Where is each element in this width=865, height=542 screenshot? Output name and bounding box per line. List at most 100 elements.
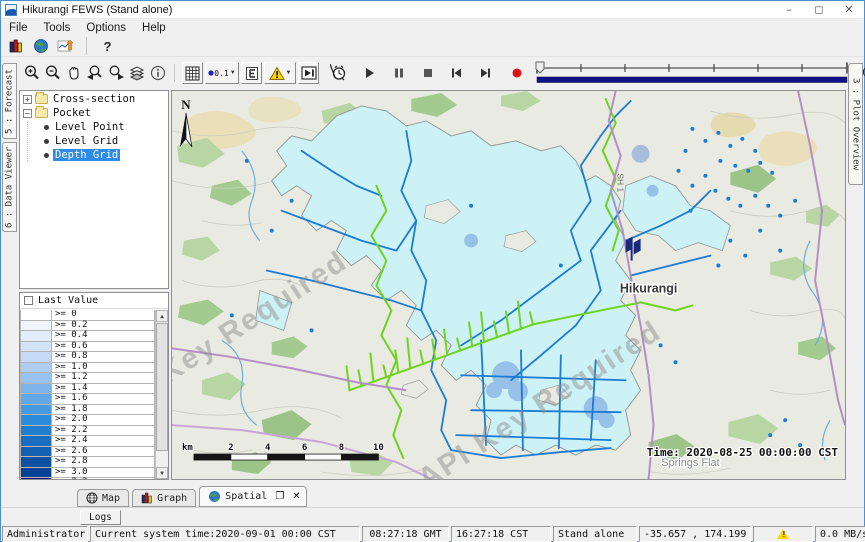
layers-tree: + Cross-section − Pocket Level Point Lev… bbox=[19, 90, 169, 289]
legend-row[interactable]: >= 0 bbox=[20, 310, 155, 321]
label-e-icon bbox=[245, 66, 259, 81]
tree-item-level-grid[interactable]: Level Grid bbox=[20, 135, 168, 147]
status-coordinates: -35.657 , 174.199 bbox=[639, 526, 751, 542]
grid-toggle-button[interactable] bbox=[182, 62, 203, 84]
legend-row[interactable]: >= 2.0 bbox=[20, 415, 155, 426]
zoom-previous-button[interactable] bbox=[84, 62, 105, 84]
step-back-button[interactable] bbox=[446, 62, 467, 84]
legend-row[interactable]: >= 0.8 bbox=[20, 352, 155, 363]
legend-title: Last Value bbox=[38, 295, 98, 306]
warning-icon bbox=[269, 66, 285, 81]
step-forward-icon bbox=[479, 67, 492, 79]
stop-button[interactable] bbox=[417, 62, 438, 84]
legend-color-swatch bbox=[20, 394, 52, 405]
status-bar: Administrator Current system time:2020-0… bbox=[1, 525, 864, 542]
legend-row[interactable]: >= 2.8 bbox=[20, 457, 155, 468]
close-button[interactable]: ✕ bbox=[834, 1, 864, 18]
play-button[interactable] bbox=[359, 62, 380, 84]
thresholds-dropdown[interactable]: ▼ bbox=[264, 62, 296, 84]
road-label: SH 1 bbox=[616, 173, 626, 192]
tree-item-label: Level Grid bbox=[53, 135, 120, 147]
tab-spatial[interactable]: Spatial ❐ ✕ bbox=[199, 486, 307, 507]
tree-item-label: Cross-section bbox=[51, 93, 137, 105]
zoom-in-button[interactable] bbox=[21, 62, 42, 84]
scroll-down-icon[interactable]: ▼ bbox=[156, 467, 168, 479]
record-button[interactable] bbox=[506, 62, 527, 84]
zoom-out-button[interactable] bbox=[42, 62, 63, 84]
svg-text:N: N bbox=[181, 97, 191, 112]
zoom-next-button[interactable] bbox=[105, 62, 126, 84]
tree-item-pocket[interactable]: − Pocket bbox=[20, 107, 168, 119]
spatial-display-button[interactable] bbox=[30, 35, 51, 57]
menu-help[interactable]: Help bbox=[134, 22, 174, 34]
tree-item-cross-section[interactable]: + Cross-section bbox=[20, 93, 168, 105]
display-tabs: Map Graph Spatial ❐ ✕ bbox=[77, 485, 307, 507]
zoom-next-icon bbox=[107, 64, 125, 82]
pause-icon bbox=[393, 67, 405, 79]
globe-icon bbox=[208, 490, 221, 503]
collapse-icon[interactable]: − bbox=[23, 109, 32, 118]
stop-icon bbox=[422, 67, 434, 79]
info-icon bbox=[149, 64, 167, 82]
tab-map[interactable]: Map bbox=[77, 489, 129, 507]
chart-icon bbox=[57, 38, 74, 54]
animation-timer-button[interactable] bbox=[328, 62, 349, 84]
pan-hand-icon bbox=[65, 64, 83, 82]
town-label: Hikurangi bbox=[620, 281, 677, 295]
expand-icon[interactable]: + bbox=[23, 95, 32, 104]
tab-close-icon[interactable]: ✕ bbox=[292, 491, 300, 502]
labels-toggle-button[interactable] bbox=[241, 62, 262, 84]
logs-button[interactable]: Logs bbox=[80, 510, 121, 525]
menu-tools[interactable]: Tools bbox=[36, 22, 79, 34]
tree-item-depth-grid[interactable]: Depth Grid bbox=[20, 149, 168, 161]
legend-row[interactable]: >= 0.4 bbox=[20, 331, 155, 342]
layers-button[interactable] bbox=[126, 62, 147, 84]
pause-button[interactable] bbox=[388, 62, 409, 84]
left-tab-strip: 5 : Forecast 6 : Data Viewer bbox=[1, 61, 18, 479]
tree-item-level-point[interactable]: Level Point bbox=[20, 121, 168, 133]
animation-panel-button[interactable] bbox=[298, 62, 319, 84]
tree-item-label: Level Point bbox=[53, 121, 127, 133]
status-alerts[interactable] bbox=[753, 526, 813, 542]
timeseries-button[interactable] bbox=[55, 35, 76, 57]
menu-file[interactable]: File bbox=[1, 22, 36, 34]
folder-icon bbox=[35, 108, 48, 118]
legend-row-label: >= 0 bbox=[52, 310, 155, 321]
svg-text:10: 10 bbox=[373, 443, 384, 453]
maximize-button[interactable]: ◻ bbox=[804, 1, 834, 18]
last-value-checkbox[interactable] bbox=[24, 296, 33, 305]
legend-list: >= 0 >= 0.2 >= 0.4 >= 0.6 bbox=[20, 310, 155, 479]
map-time-label: Time: 2020-08-25 00:00:00 CST bbox=[647, 446, 839, 459]
legend-row[interactable]: >= 1.6 bbox=[20, 394, 155, 405]
explorer-button[interactable] bbox=[5, 35, 26, 57]
step-forward-button[interactable] bbox=[475, 62, 496, 84]
scrollbar-thumb[interactable] bbox=[156, 323, 168, 451]
toolbar-separator bbox=[86, 37, 87, 55]
menu-options[interactable]: Options bbox=[78, 22, 134, 34]
info-button[interactable] bbox=[147, 62, 168, 84]
map-canvas[interactable]: SH 1 API Key Required API Key Required H… bbox=[172, 91, 845, 479]
tab-forecast[interactable]: 5 : Forecast bbox=[2, 63, 17, 139]
legend-row[interactable]: >= 1.2 bbox=[20, 373, 155, 384]
help-icon: ? bbox=[104, 39, 112, 54]
minimize-button[interactable]: – bbox=[774, 1, 804, 18]
classification-dropdown[interactable]: 0.1 ▼ bbox=[205, 62, 239, 84]
help-button[interactable]: ? bbox=[97, 35, 118, 57]
tab-maximize-icon[interactable]: ❐ bbox=[275, 491, 284, 502]
legend-row-label: >= 2.8 bbox=[52, 457, 155, 468]
legend-row[interactable]: >= 2.4 bbox=[20, 436, 155, 447]
status-user: Administrator bbox=[2, 526, 88, 542]
bullet-icon bbox=[44, 125, 49, 130]
legend-row[interactable]: >= 3.2 bbox=[20, 478, 155, 479]
tab-plot-overview[interactable]: 3 : Plot Overview bbox=[848, 63, 863, 185]
status-transfer-rate: 0.0 MB/s bbox=[815, 526, 865, 542]
tab-data-viewer[interactable]: 6 : Data Viewer bbox=[2, 142, 17, 232]
pan-button[interactable] bbox=[63, 62, 84, 84]
time-slider[interactable] bbox=[533, 60, 851, 86]
svg-text:4: 4 bbox=[265, 443, 270, 453]
wire-globe-icon bbox=[86, 492, 98, 504]
tab-graph[interactable]: Graph bbox=[132, 489, 196, 507]
time-span-bar bbox=[537, 77, 847, 83]
legend-scrollbar[interactable]: ▲ ▼ bbox=[155, 310, 168, 479]
scroll-up-icon[interactable]: ▲ bbox=[156, 310, 168, 322]
